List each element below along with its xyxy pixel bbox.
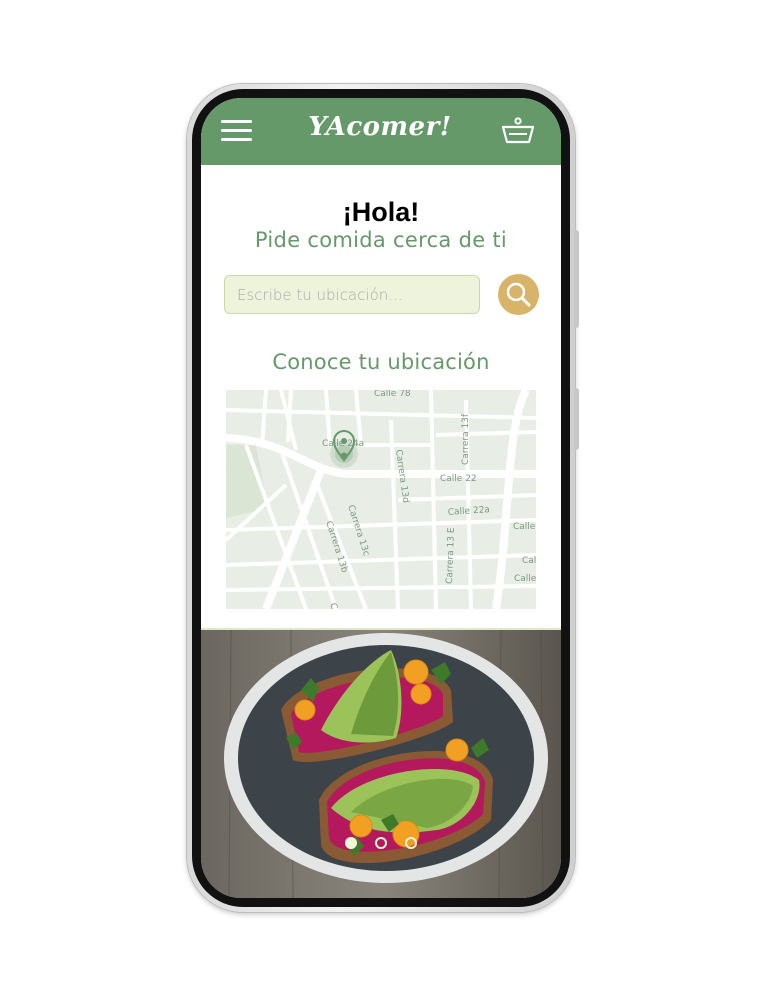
phone-volume-button	[574, 230, 579, 328]
brand-logo: YAcomer!	[308, 112, 452, 142]
greeting-subtitle: Pide comida cerca de ti	[254, 228, 508, 252]
svg-text:Calle 78: Calle 78	[374, 390, 411, 399]
svg-text:Calle: Calle	[514, 574, 536, 584]
svg-text:Calle 22: Calle 22	[440, 474, 477, 484]
svg-text:Carrera 13f: Carrera 13f	[461, 413, 471, 465]
svg-text:Carrera 13 E: Carrera 13 E	[445, 527, 457, 584]
svg-text:Calle: Calle	[522, 556, 536, 566]
greeting-title: ¡Hola!	[342, 197, 420, 227]
avocado-toast-photo	[201, 630, 561, 898]
location-section-title: Conoce tu ubicación	[272, 350, 490, 374]
shopping-basket-icon[interactable]	[501, 116, 535, 146]
hamburger-menu-icon[interactable]	[221, 120, 253, 142]
search-icon	[506, 282, 531, 307]
map-graphic: Calle 78 Calle 24a Carrera 13f Carrera 1…	[226, 390, 536, 609]
phone-power-button	[574, 388, 579, 450]
app-header: YAcomer!	[201, 98, 561, 165]
svg-text:Calle: Calle	[513, 522, 536, 532]
search-button[interactable]	[498, 274, 539, 315]
food-carousel-image[interactable]	[201, 630, 561, 898]
carousel-dot-1[interactable]	[345, 837, 357, 849]
location-map[interactable]: Calle 78 Calle 24a Carrera 13f Carrera 1…	[226, 390, 536, 609]
carousel-dot-2[interactable]	[375, 837, 387, 849]
carousel-dot-3[interactable]	[405, 837, 417, 849]
app-screen: YAcomer! ¡Hola! Pide comida cerca de ti …	[201, 98, 561, 898]
location-search-input[interactable]	[224, 275, 480, 314]
